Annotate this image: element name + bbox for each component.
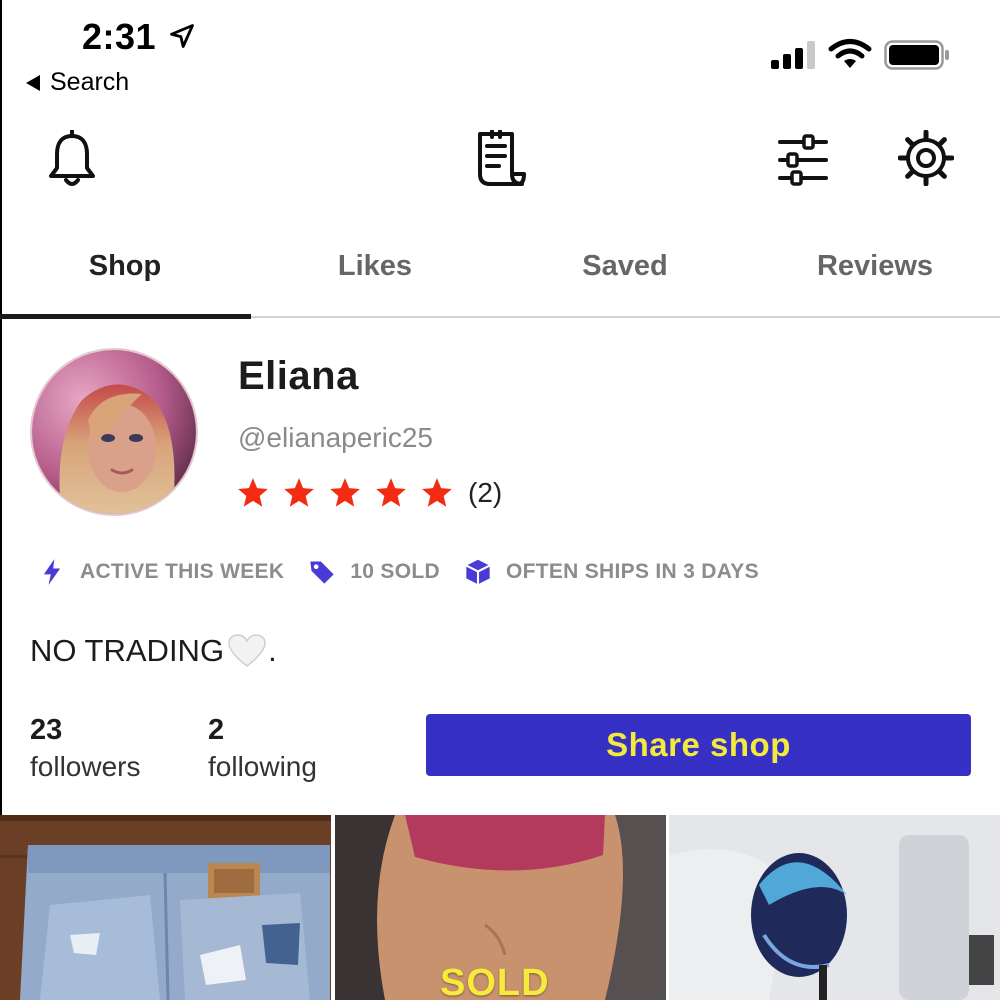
badge-shipping-label: OFTEN SHIPS IN 3 DAYS bbox=[505, 560, 759, 583]
seller-badges: ACTIVE THIS WEEK 10 SOLD OFTEN SHIPS IN … bbox=[38, 558, 783, 586]
lightning-icon bbox=[43, 559, 61, 585]
product-image-helmet bbox=[669, 815, 1000, 1000]
rating[interactable]: (2) bbox=[236, 476, 502, 510]
product-grid: SOLD bbox=[0, 815, 1000, 1000]
tab-saved[interactable]: Saved bbox=[500, 228, 750, 318]
status-time: 2:31 bbox=[82, 16, 157, 57]
product-tile[interactable] bbox=[669, 815, 1000, 1000]
tab-shop[interactable]: Shop bbox=[0, 228, 250, 318]
followers-number: 23 bbox=[30, 714, 63, 746]
box-icon bbox=[465, 559, 491, 585]
tab-reviews[interactable]: Reviews bbox=[750, 228, 1000, 318]
bio: NO TRADING . bbox=[30, 633, 277, 669]
star-icon bbox=[330, 478, 360, 507]
filters-icon[interactable] bbox=[778, 134, 828, 186]
bio-text: NO TRADING bbox=[30, 633, 225, 668]
product-tile[interactable] bbox=[0, 815, 331, 1000]
badge-sold: 10 SOLD bbox=[308, 558, 440, 586]
badge-shipping: OFTEN SHIPS IN 3 DAYS bbox=[464, 558, 759, 586]
tag-icon bbox=[310, 561, 334, 584]
review-count: (2) bbox=[468, 477, 503, 508]
product-image-jeans bbox=[0, 815, 331, 1000]
followers-label: followers bbox=[30, 751, 141, 782]
gear-icon[interactable] bbox=[898, 130, 954, 186]
back-label: Search bbox=[50, 68, 130, 96]
share-shop-button[interactable]: Share shop bbox=[426, 714, 971, 776]
avatar-photo bbox=[32, 350, 196, 514]
sold-label: SOLD bbox=[440, 962, 550, 1000]
bio-period: . bbox=[268, 633, 277, 668]
following-number: 2 bbox=[208, 714, 225, 746]
tab-likes[interactable]: Likes bbox=[250, 228, 500, 318]
following-label: following bbox=[208, 751, 317, 782]
product-tile[interactable]: SOLD bbox=[335, 815, 666, 1000]
following-count[interactable]: 2 following bbox=[208, 714, 317, 783]
receipt-icon[interactable] bbox=[472, 130, 528, 190]
profile-tabs: Shop Likes Saved Reviews bbox=[0, 228, 1000, 318]
star-icon bbox=[422, 478, 452, 507]
badge-sold-label: 10 SOLD bbox=[350, 560, 440, 583]
location-arrow-icon bbox=[170, 24, 194, 48]
bell-icon[interactable] bbox=[46, 130, 98, 190]
window-edge bbox=[0, 0, 2, 815]
back-triangle-icon bbox=[26, 74, 40, 91]
star-icon bbox=[284, 478, 314, 507]
back-to-search[interactable]: Search bbox=[26, 68, 129, 97]
avatar[interactable] bbox=[30, 348, 198, 516]
badge-active: ACTIVE THIS WEEK bbox=[38, 558, 284, 586]
cellular-signal-icon bbox=[771, 41, 815, 69]
white-heart-icon bbox=[228, 634, 266, 667]
profile-handle: @elianaperic25 bbox=[238, 422, 433, 453]
profile-name: Eliana bbox=[238, 354, 359, 398]
badge-active-label: ACTIVE THIS WEEK bbox=[80, 560, 285, 583]
star-icon bbox=[238, 478, 268, 507]
active-tab-indicator bbox=[0, 314, 251, 319]
followers-count[interactable]: 23 followers bbox=[30, 714, 140, 783]
battery-icon bbox=[884, 40, 949, 70]
star-icon bbox=[376, 478, 406, 507]
wifi-icon bbox=[828, 39, 872, 68]
